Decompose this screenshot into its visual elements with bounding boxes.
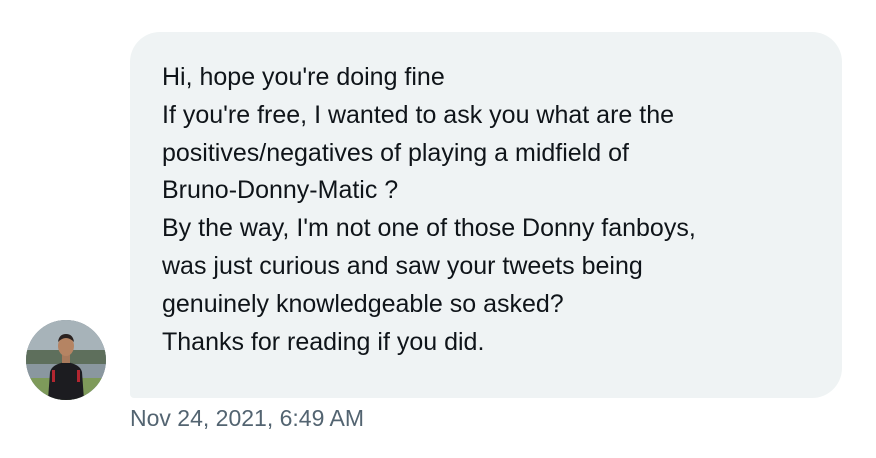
message-line: By the way, I'm not one of those Donny f… bbox=[162, 214, 696, 243]
message-line: Thanks for reading if you did. bbox=[162, 327, 485, 356]
message-timestamp: Nov 24, 2021, 6:49 AM bbox=[130, 405, 364, 431]
message-line: positives/negatives of playing a midfiel… bbox=[162, 138, 629, 167]
message-line: Bruno-Donny-Matic ? bbox=[162, 176, 399, 205]
message-bubble[interactable]: Hi, hope you're doing fine If you're fre… bbox=[130, 32, 842, 398]
user-avatar-icon bbox=[26, 320, 106, 400]
message-line: If you're free, I wanted to ask you what… bbox=[162, 100, 674, 129]
message-line: genuinely knowledgeable so asked? bbox=[162, 289, 564, 318]
message-line: was just curious and saw your tweets bei… bbox=[162, 251, 643, 280]
message-line: Hi, hope you're doing fine bbox=[162, 63, 445, 91]
sender-avatar[interactable] bbox=[26, 320, 106, 400]
